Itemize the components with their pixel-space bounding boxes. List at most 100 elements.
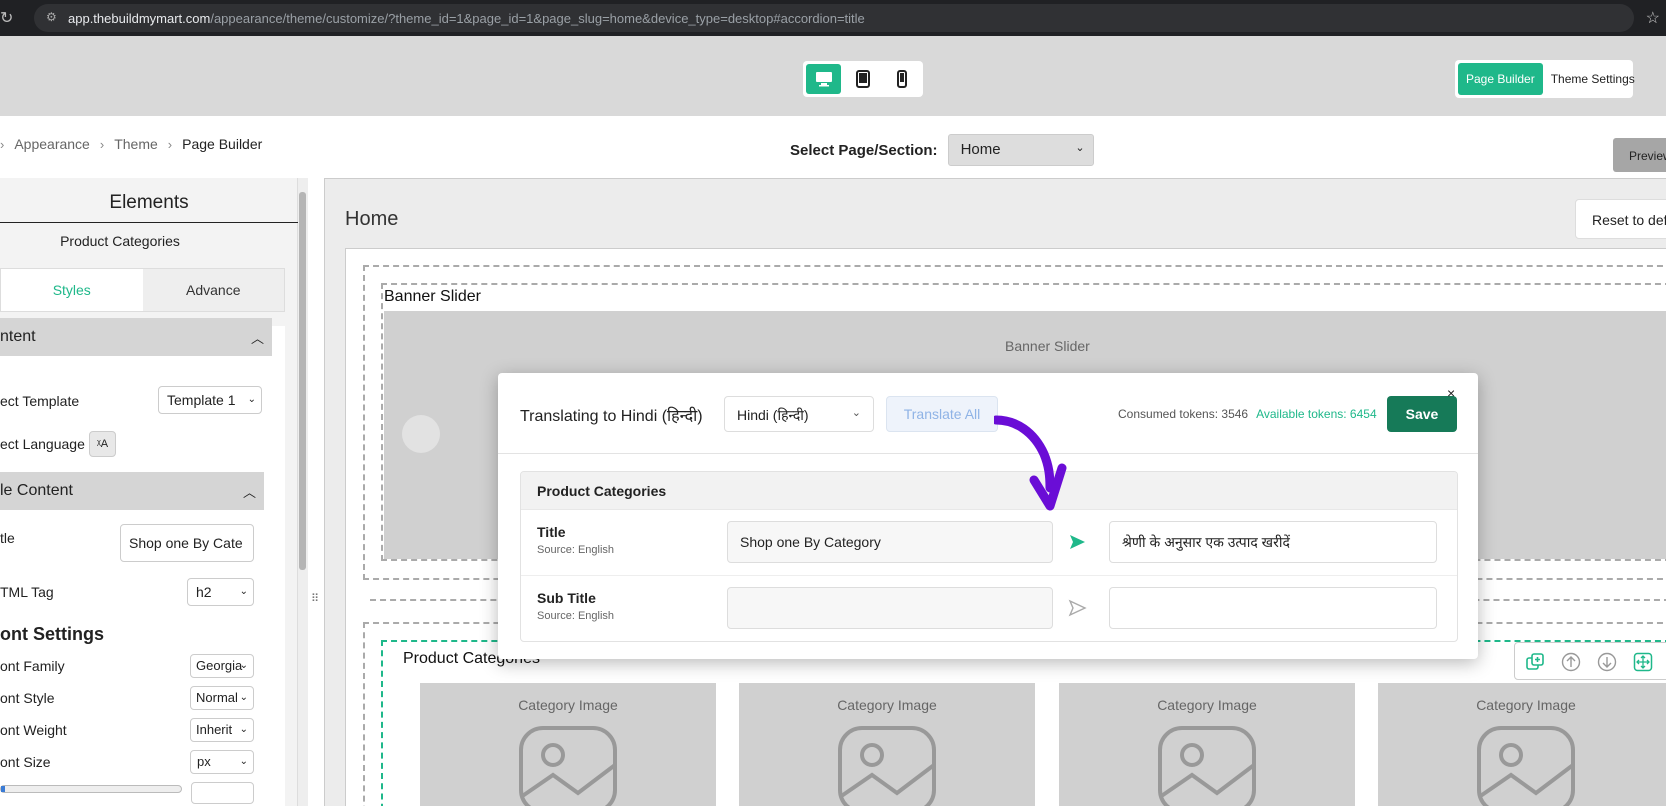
- desktop-device-button[interactable]: [806, 64, 842, 94]
- bookmark-star-icon[interactable]: ☆: [1646, 8, 1660, 28]
- template-select[interactable]: Template 1 ⌄: [158, 386, 262, 414]
- title-input[interactable]: Shop one By Cate: [120, 524, 254, 562]
- page-section-selector: Select Page/Section: Home ⌄: [790, 134, 1094, 166]
- language-select-value: Hindi (हिन्दी): [737, 407, 809, 423]
- panel-tabs: Styles Advance: [0, 268, 285, 312]
- translation-row: Sub Title Source: English: [521, 576, 1457, 641]
- breadcrumb-theme[interactable]: Theme: [114, 136, 158, 152]
- page-select[interactable]: Home ⌄: [947, 134, 1094, 166]
- chevron-down-icon: ⌄: [247, 394, 256, 405]
- breadcrumb: › Appearance › Theme › Page Builder: [0, 136, 262, 152]
- send-translate-icon[interactable]: [1067, 598, 1087, 618]
- page-builder-button[interactable]: Page Builder: [1458, 63, 1543, 95]
- category-image-label: Category Image: [1157, 697, 1257, 713]
- move-down-icon[interactable]: [1597, 652, 1617, 672]
- font-size-unit-select[interactable]: px ⌄: [190, 750, 254, 774]
- chevron-down-icon: ⌄: [239, 660, 248, 671]
- font-size-input[interactable]: [191, 782, 254, 804]
- category-card[interactable]: Category Image: [1378, 683, 1666, 806]
- mobile-icon: [897, 70, 908, 88]
- banner-section-label: Banner Slider: [384, 288, 481, 305]
- html-tag-label: TML Tag: [0, 584, 54, 600]
- accordion-content[interactable]: ntent ︿: [0, 318, 272, 356]
- source-language: Source: English: [537, 610, 615, 622]
- font-weight-select[interactable]: Inherit ⌄: [190, 718, 254, 742]
- original-text-field[interactable]: [727, 587, 1053, 629]
- send-translate-icon[interactable]: [1067, 532, 1087, 552]
- breadcrumb-appearance[interactable]: Appearance: [14, 136, 90, 152]
- category-card[interactable]: Category Image: [739, 683, 1035, 806]
- translation-row: Title Source: English Shop one By Catego…: [521, 510, 1457, 576]
- drag-move-icon[interactable]: [1633, 652, 1653, 672]
- field-label: Sub Title: [537, 590, 596, 606]
- drag-handle-icon[interactable]: ⠿: [311, 592, 319, 605]
- tablet-device-button[interactable]: [845, 64, 880, 94]
- chevron-right-icon: ›: [99, 136, 105, 152]
- close-icon[interactable]: ×: [1447, 385, 1455, 401]
- chevron-down-icon: ⌄: [851, 407, 861, 419]
- mode-switcher: Page Builder Theme Settings: [1455, 60, 1635, 98]
- image-placeholder-icon: [1158, 726, 1256, 806]
- chevron-down-icon: ⌄: [1075, 142, 1085, 154]
- translate-all-button[interactable]: Translate All: [886, 396, 998, 432]
- chevron-right-icon: ›: [167, 136, 173, 152]
- translate-language-icon[interactable]: ᵡA: [89, 431, 116, 457]
- save-button[interactable]: Save: [1387, 396, 1457, 432]
- duplicate-icon[interactable]: [1525, 652, 1545, 672]
- chevron-down-icon: ⌄: [239, 724, 248, 735]
- category-image-label: Category Image: [518, 697, 618, 713]
- title-label: tle: [0, 530, 15, 546]
- translation-table: Product Categories Title Source: English…: [520, 471, 1458, 642]
- mobile-device-button[interactable]: [885, 64, 920, 94]
- panel-scrollbar[interactable]: [298, 178, 308, 806]
- language-select[interactable]: Hindi (हिन्दी) ⌄: [724, 396, 874, 432]
- translated-text-field[interactable]: श्रेणी के अनुसार एक उत्पाद खरीदें: [1109, 521, 1437, 563]
- source-language: Source: English: [537, 544, 615, 556]
- annotation-arrow-icon: [994, 415, 1067, 511]
- category-image-label: Category Image: [1476, 697, 1576, 713]
- page-select-label: Select Page/Section:: [790, 141, 938, 159]
- category-card[interactable]: Category Image: [1059, 683, 1355, 806]
- tab-styles[interactable]: Styles: [1, 269, 143, 311]
- divider: [498, 453, 1478, 454]
- tablet-icon: [855, 70, 870, 88]
- font-style-select[interactable]: Normal ⌄: [190, 686, 254, 710]
- font-size-slider[interactable]: [0, 785, 182, 793]
- html-tag-select[interactable]: h2 ⌄: [187, 578, 254, 606]
- preview-button[interactable]: Preview: [1613, 138, 1666, 172]
- section-tools: [1514, 642, 1666, 680]
- reload-icon[interactable]: ↻: [0, 8, 13, 28]
- banner-slider-label: Banner Slider: [1005, 338, 1090, 354]
- html-tag-value: h2: [196, 584, 212, 600]
- category-card[interactable]: Category Image: [420, 683, 716, 806]
- translated-text-field[interactable]: [1109, 587, 1437, 629]
- font-weight-value: Inherit: [196, 722, 233, 737]
- select-template-label: ect Template: [0, 393, 80, 409]
- breadcrumb-page-builder: Page Builder: [182, 136, 263, 152]
- original-text-field[interactable]: Shop one By Category: [727, 521, 1053, 563]
- scrollbar-thumb[interactable]: [299, 192, 306, 570]
- image-placeholder-icon: [838, 726, 936, 806]
- reset-to-default-button[interactable]: Reset to def: [1575, 199, 1666, 239]
- builder-toolbar: Page Builder Theme Settings: [0, 36, 1666, 116]
- font-settings-heading: ont Settings: [0, 624, 104, 644]
- device-switcher: [803, 61, 923, 97]
- panel-subtitle: Product Categories: [60, 233, 180, 249]
- font-family-select[interactable]: Georgia ⌄: [190, 654, 254, 678]
- url-text[interactable]: app.thebuildmymart.com/appearance/theme/…: [68, 11, 865, 26]
- accordion-title-content-label: le Content: [0, 482, 73, 499]
- tab-advance[interactable]: Advance: [142, 269, 284, 311]
- browser-address-bar: ↻ ⚙ app.thebuildmymart.com/appearance/th…: [0, 0, 1666, 36]
- move-up-icon[interactable]: [1561, 652, 1581, 672]
- font-size-label: ont Size: [0, 754, 51, 770]
- field-label: Title: [537, 524, 566, 540]
- site-info-icon[interactable]: ⚙: [46, 10, 60, 24]
- chevron-right-icon: ›: [0, 136, 5, 152]
- accordion-title-content[interactable]: le Content ︿: [0, 472, 264, 510]
- modal-title: Translating to Hindi (हिन्दी): [520, 408, 703, 425]
- image-placeholder-icon: [1477, 726, 1575, 806]
- font-family-value: Georgia: [196, 658, 243, 673]
- slider-prev-button[interactable]: [402, 415, 440, 453]
- theme-settings-button[interactable]: Theme Settings: [1543, 63, 1643, 95]
- slider-fill: [1, 786, 5, 792]
